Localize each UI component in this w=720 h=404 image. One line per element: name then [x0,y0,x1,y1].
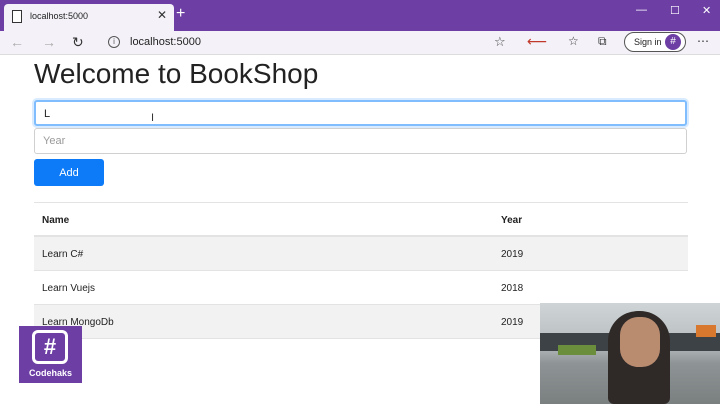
webcam-face [620,317,660,367]
hash-logo-icon: # [32,330,68,364]
tab-close-icon[interactable]: ✕ [157,8,167,22]
browser-tab[interactable]: localhost:5000 ✕ [4,4,174,31]
book-year: 2019 [501,249,524,260]
text-cursor-icon: I [151,112,155,124]
red-back-arrow-icon[interactable]: ⟵ [527,33,547,50]
year-input[interactable]: Year [34,128,687,154]
info-icon[interactable]: i [108,36,120,48]
page-icon [12,10,22,23]
webcam-orange-object [696,325,716,337]
sign-in-button[interactable]: Sign in # [624,32,686,52]
header-year: Year [501,215,523,226]
book-name: Learn C# [42,249,84,260]
book-name: Learn Vuejs [42,283,95,294]
address-bar[interactable]: i localhost:5000 ☆ [98,32,516,54]
address-text: localhost:5000 [130,36,201,48]
book-year: 2018 [501,283,524,294]
browser-toolbar: ← → ↻ i localhost:5000 ☆ ⟵ ☆ ⧉ Sign in #… [0,31,720,55]
refresh-icon[interactable]: ↻ [72,34,84,51]
name-input[interactable]: L [34,100,687,126]
minimize-icon[interactable]: — [636,4,647,16]
favorite-star-icon[interactable]: ☆ [494,34,506,50]
codehaks-logo: # Codehaks [19,326,82,383]
add-button[interactable]: Add [34,159,104,186]
webcam-bench [558,345,596,355]
favorites-list-icon[interactable]: ☆ [568,34,579,48]
sign-in-label: Sign in [634,37,662,47]
browser-title-bar: localhost:5000 ✕ + — ☐ ✕ [0,0,720,31]
collections-icon[interactable]: ⧉ [598,34,607,49]
book-year: 2019 [501,317,524,328]
webcam-overlay [540,303,720,404]
new-tab-icon[interactable]: + [176,5,185,23]
back-arrow-icon[interactable]: ← [10,34,24,50]
more-menu-icon[interactable]: ⋯ [697,34,709,48]
table-header-row: Name Year [34,203,688,237]
table-row: Learn C# 2019 [34,237,688,271]
maximize-icon[interactable]: ☐ [670,4,680,17]
logo-text: Codehaks [28,368,72,378]
tab-title: localhost:5000 [30,11,89,21]
page-title: Welcome to BookShop [34,58,319,89]
header-name: Name [42,215,70,226]
forward-arrow-icon[interactable]: → [42,34,56,50]
avatar: # [665,34,681,50]
window-close-icon[interactable]: ✕ [702,4,711,17]
table-row: Learn Vuejs 2018 [34,271,688,305]
